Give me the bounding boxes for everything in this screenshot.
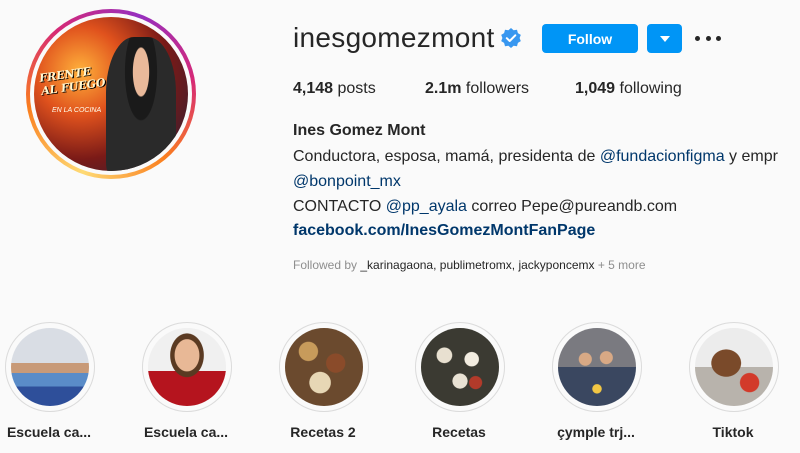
followed-by-more: + 5 more [594, 258, 646, 272]
bio-text: CONTACTO [293, 198, 386, 215]
more-dot-icon [695, 35, 700, 41]
more-dot-icon [716, 35, 721, 41]
avatar-show-subtitle: EN LA COCINA [52, 107, 102, 114]
followed-by-link[interactable]: Followed by _karinagaona, publimetromx, … [293, 258, 646, 272]
highlight-label: Escuela ca... [143, 424, 229, 440]
bio-text: Conductora, esposa, mamá, presidenta de [293, 148, 600, 165]
avatar-show-title: FRENTE AL FUEGO [38, 64, 107, 98]
bio-line-1: Conductora, esposa, mamá, presidenta de … [293, 148, 778, 166]
following-value: 1,049 [575, 80, 616, 97]
mention-link[interactable]: @bonpoint_mx [293, 173, 401, 190]
highlight-ring [5, 322, 95, 412]
mention-link[interactable]: @fundacionfigma [600, 148, 725, 165]
highlight-ring [689, 322, 779, 412]
bio-full-name: Ines Gomez Mont [293, 122, 426, 139]
highlight-ring [415, 322, 505, 412]
highlight-recetas-icon [421, 328, 499, 406]
bio-text: y empr [724, 148, 778, 165]
mention-link[interactable]: @pp_ayala [386, 198, 467, 215]
following-link[interactable]: 1,049 following [575, 80, 682, 98]
website-link[interactable]: facebook.com/InesGomezMontFanPage [293, 222, 595, 240]
highlight-ring [142, 322, 232, 412]
followers-label: followers [465, 80, 530, 97]
verified-badge-icon [501, 28, 521, 48]
following-label: following [619, 80, 682, 97]
posts-label: posts [337, 80, 376, 97]
suggested-accounts-dropdown-button[interactable] [647, 24, 682, 53]
follow-button[interactable]: Follow [542, 24, 638, 53]
highlight-ring [552, 322, 642, 412]
chevron-down-icon [659, 35, 670, 42]
highlight-cumple-icon [558, 328, 636, 406]
highlight-label: Escuela ca... [6, 424, 92, 440]
posts-count: 4,148 posts [293, 80, 376, 98]
avatar-border: FRENTE AL FUEGO EN LA COCINA [30, 13, 192, 175]
posts-value: 4,148 [293, 80, 334, 97]
highlight-recetas-2-icon [285, 328, 363, 406]
highlight-tiktok-icon [695, 328, 773, 406]
avatar-person [106, 37, 176, 171]
profile-avatar[interactable]: FRENTE AL FUEGO EN LA COCINA [26, 9, 196, 179]
bio-text: correo Pepe@pureandb.com [466, 198, 678, 215]
followed-by-users: _karinagaona, publimetromx, jackyponcemx [360, 258, 595, 272]
avatar-image: FRENTE AL FUEGO EN LA COCINA [34, 17, 188, 171]
highlight-label: Recetas [432, 424, 486, 440]
highlight-label: çymple trj... [557, 424, 635, 440]
bio-line-3: CONTACTO @pp_ayala correo Pepe@pureandb.… [293, 198, 677, 216]
followers-value: 2.1m [425, 80, 462, 97]
highlight-ring [279, 322, 369, 412]
more-options-button[interactable] [695, 28, 721, 48]
bio-line-2: @bonpoint_mx [293, 173, 401, 191]
profile-username: inesgomezmont [293, 22, 495, 53]
highlight-label: Tiktok [712, 424, 754, 440]
more-dot-icon [705, 35, 711, 41]
highlight-escuela-2-icon [148, 328, 226, 406]
followers-link[interactable]: 2.1m followers [425, 80, 529, 98]
highlight-escuela-1-icon [11, 328, 89, 406]
highlight-label: Recetas 2 [290, 424, 356, 440]
followed-by-prefix: Followed by [293, 258, 361, 272]
